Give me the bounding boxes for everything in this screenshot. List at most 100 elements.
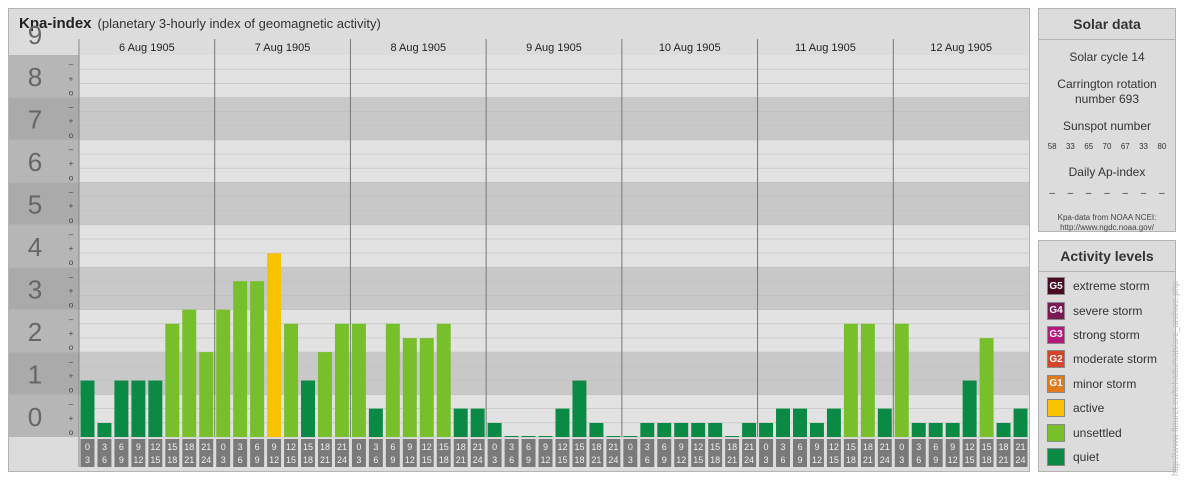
- legend-label: extreme storm: [1073, 279, 1150, 294]
- time-start-label: 3: [509, 442, 514, 452]
- sunspot-value: 80: [1157, 142, 1167, 151]
- legend-label: active: [1073, 401, 1105, 416]
- day-label: 7 Aug 1905: [255, 42, 311, 54]
- time-end-label: 24: [337, 455, 347, 465]
- time-end-label: 18: [710, 455, 720, 465]
- legend-item-g2: G2 moderate storm: [1039, 347, 1175, 371]
- minor-tick-label: –: [69, 187, 74, 196]
- legend-item-active: active: [1039, 396, 1175, 420]
- time-start-label: 21: [337, 442, 347, 452]
- ap-value: –: [1104, 188, 1110, 199]
- time-end-label: 24: [473, 455, 483, 465]
- minor-tick-label: –: [69, 60, 74, 69]
- legend-item-g1: G1 minor storm: [1039, 372, 1175, 396]
- time-end-label: 6: [781, 455, 786, 465]
- time-end-label: 15: [422, 455, 432, 465]
- minor-tick-label: +: [69, 287, 74, 296]
- minor-tick-label: +: [69, 329, 74, 338]
- sunspot-value: 67: [1120, 142, 1130, 151]
- ap-value: –: [1067, 188, 1074, 199]
- minor-tick-label: +: [69, 117, 74, 126]
- time-end-label: 9: [255, 455, 260, 465]
- minor-tick-label: o: [69, 88, 74, 97]
- minor-tick-label: –: [69, 103, 74, 112]
- kp-bar: [521, 436, 536, 437]
- kp-bar: [267, 253, 282, 437]
- sunspot-value: 58: [1047, 142, 1057, 151]
- time-end-label: 6: [645, 455, 650, 465]
- kp-bar: [199, 352, 214, 437]
- legend-label: unsettled: [1073, 425, 1122, 440]
- time-end-label: 15: [829, 455, 839, 465]
- kp-bar: [402, 338, 417, 437]
- time-end-label: 3: [356, 455, 361, 465]
- time-end-label: 15: [150, 455, 160, 465]
- kp-bar: [419, 338, 434, 437]
- time-start-label: 18: [456, 442, 466, 452]
- time-end-label: 24: [1016, 455, 1026, 465]
- time-end-label: 6: [916, 455, 921, 465]
- kp-bar: [928, 422, 943, 437]
- legend-swatch: [1047, 399, 1065, 418]
- kp-bar: [945, 422, 960, 437]
- time-start-label: 15: [982, 442, 992, 452]
- y-tick-label: 1: [28, 359, 42, 389]
- kp-bar: [385, 323, 400, 437]
- kp-bar: [165, 323, 180, 437]
- kp-bar: [691, 422, 706, 437]
- legend-swatch: G5: [1047, 277, 1065, 296]
- time-start-label: 21: [608, 442, 618, 452]
- carrington-line-2: number 693: [1074, 92, 1140, 106]
- minor-tick-label: +: [69, 414, 74, 423]
- kp-bar: [148, 380, 163, 437]
- y-band: [79, 55, 1029, 98]
- kpa-bar-chart: 6 Aug 1905 7 Aug 1905 8 Aug 1905 9 Aug 1905…: [9, 20, 1029, 467]
- time-end-label: 21: [727, 455, 737, 465]
- ap-value: –: [1140, 188, 1147, 199]
- time-end-label: 12: [676, 455, 686, 465]
- time-start-label: 15: [303, 442, 313, 452]
- kp-bar: [318, 352, 332, 437]
- y-band: [79, 139, 1029, 183]
- time-end-label: 3: [764, 455, 769, 465]
- kp-bar: [962, 380, 977, 437]
- kp-bar: [504, 436, 519, 437]
- kp-bar: [97, 422, 112, 437]
- kp-bar: [809, 422, 824, 437]
- time-end-label: 9: [797, 455, 802, 465]
- time-end-label: 3: [899, 455, 904, 465]
- kp-bar: [284, 323, 299, 437]
- carrington-line-1: Carrington rotation: [1057, 77, 1157, 91]
- time-start-label: 0: [764, 442, 769, 452]
- time-start-label: 12: [829, 442, 839, 452]
- kp-bar: [826, 408, 841, 437]
- time-end-label: 6: [509, 455, 514, 465]
- legend-item-g3: G3 strong storm: [1039, 323, 1175, 347]
- kp-bar: [606, 436, 621, 437]
- time-start-label: 12: [422, 442, 432, 452]
- sunspot-value: 70: [1102, 142, 1112, 151]
- kp-bar: [877, 408, 892, 437]
- time-start-label: 6: [662, 442, 667, 452]
- y-tick-label: 0: [28, 402, 42, 432]
- time-end-label: 24: [608, 455, 618, 465]
- time-start-label: 9: [679, 442, 684, 452]
- kp-bar: [725, 436, 740, 437]
- time-start-label: 9: [543, 442, 548, 452]
- time-end-label: 21: [591, 455, 601, 465]
- source-link[interactable]: http://www.ngdc.noaa.gov/: [1039, 223, 1175, 233]
- kp-bar: [453, 408, 468, 437]
- day-label: 6 Aug 1905: [119, 42, 175, 54]
- legend-swatch: [1047, 447, 1065, 466]
- kp-bar: [708, 422, 723, 437]
- y-band: [79, 97, 1029, 140]
- day-label: 8 Aug 1905: [390, 42, 446, 54]
- kp-bar: [979, 338, 994, 437]
- kp-bar: [776, 408, 790, 437]
- kp-bar: [538, 436, 553, 437]
- time-start-label: 9: [950, 442, 955, 452]
- time-start-label: 3: [916, 442, 921, 452]
- minor-tick-label: +: [69, 74, 74, 83]
- legend-item-g4: G4 severe storm: [1039, 298, 1175, 322]
- time-start-label: 12: [965, 442, 975, 452]
